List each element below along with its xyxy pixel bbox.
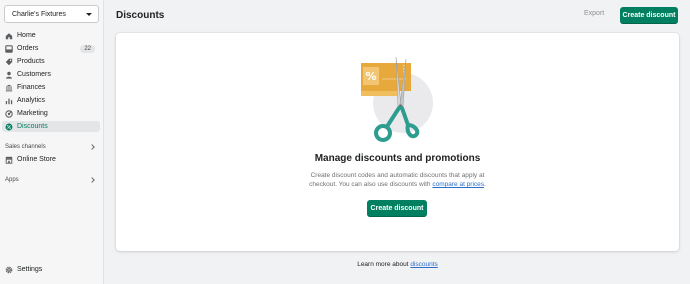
apps-header[interactable]: Apps	[5, 175, 97, 184]
sidebar-item-home[interactable]: Home	[2, 30, 100, 41]
sidebar-item-label: Orders	[17, 45, 39, 52]
sidebar-item-label: Home	[17, 32, 36, 39]
description-period: .	[484, 181, 486, 188]
discounts-help-link[interactable]: discounts	[410, 261, 437, 268]
apps-label: Apps	[5, 176, 19, 183]
sidebar-item-label: Discounts	[17, 123, 48, 130]
home-icon	[5, 32, 13, 39]
sidebar-item-label: Customers	[17, 71, 51, 78]
sidebar-item-label: Analytics	[17, 97, 46, 104]
sales-channels-header[interactable]: Sales channels	[5, 142, 97, 151]
sidebar-item-finances[interactable]: Finances	[2, 82, 100, 93]
page-title: Discounts	[116, 10, 165, 21]
svg-text:%: %	[365, 70, 376, 83]
discount-scissors-illustration: %	[361, 56, 433, 142]
empty-state-heading: Manage discounts and promotions	[314, 153, 481, 164]
analytics-icon	[5, 98, 13, 104]
compare-at-prices-link[interactable]: compare at prices	[432, 181, 484, 188]
store-icon	[5, 156, 13, 164]
sidebar-item-online-store[interactable]: Online Store	[2, 154, 100, 165]
store-name: Charlie's Fixtures	[12, 10, 66, 18]
products-icon	[5, 58, 13, 65]
sidebar-item-products[interactable]: Products	[2, 56, 100, 67]
export-button[interactable]: Export	[584, 10, 604, 17]
chevron-right-icon	[89, 143, 95, 150]
orders-count-badge: 22	[80, 44, 95, 53]
store-selector[interactable]: Charlie's Fixtures	[4, 5, 99, 23]
sidebar-item-label: Online Store	[17, 156, 56, 163]
sidebar-item-orders[interactable]: Orders 22	[2, 43, 100, 54]
gear-icon	[5, 266, 13, 273]
learn-more-footer: Learn more about discounts	[116, 261, 679, 268]
customers-icon	[5, 71, 13, 79]
sidebar-item-marketing[interactable]: Marketing	[2, 108, 100, 119]
chevron-right-icon	[89, 176, 95, 183]
chevron-down-icon	[86, 12, 92, 16]
sidebar-item-label: Finances	[17, 84, 46, 91]
sidebar-item-label: Marketing	[17, 110, 48, 117]
sidebar-item-label: Products	[17, 58, 45, 65]
marketing-icon	[5, 109, 13, 118]
sidebar-item-customers[interactable]: Customers	[2, 69, 100, 80]
finances-icon	[5, 84, 13, 91]
sidebar-item-analytics[interactable]: Analytics	[2, 95, 100, 106]
sidebar-item-discounts[interactable]: Discounts	[2, 121, 100, 132]
sales-channels-label: Sales channels	[5, 143, 46, 150]
discounts-icon	[5, 123, 13, 130]
empty-state-description: Create discount codes and automatic disc…	[116, 171, 679, 189]
sidebar-item-settings[interactable]: Settings	[2, 264, 100, 275]
empty-state-card: % Manage discounts and promotions Create…	[116, 33, 679, 251]
empty-state-create-discount-button[interactable]: Create discount	[367, 200, 427, 217]
orders-icon	[5, 44, 13, 53]
description-line-2: checkout. You can also use discounts wit…	[309, 181, 433, 188]
description-line-1: Create discount codes and automatic disc…	[310, 172, 485, 179]
sidebar: Charlie's Fixtures Home Orders 22 Produc…	[0, 0, 104, 284]
create-discount-button[interactable]: Create discount	[620, 7, 678, 24]
learn-more-text: Learn more about	[357, 261, 411, 268]
sidebar-item-label: Settings	[17, 266, 43, 273]
